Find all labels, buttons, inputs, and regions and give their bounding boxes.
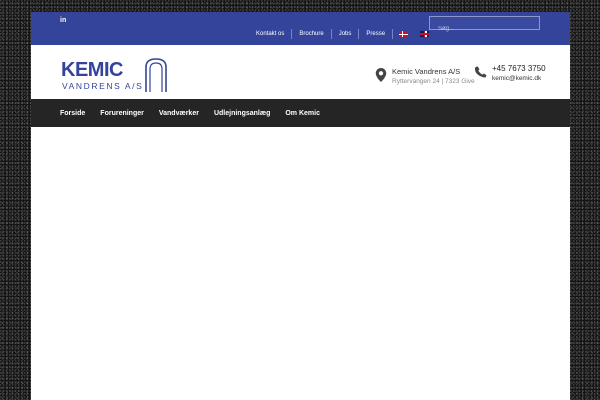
- search-input[interactable]: [430, 23, 539, 35]
- address-block: Kemic Vandrens A/S Ryttervangen 24 | 732…: [375, 67, 475, 87]
- main-navigation: Forside Forureninger Vandværker Udlejnin…: [31, 99, 570, 127]
- search-box: [429, 16, 540, 35]
- email-link[interactable]: kemic@kemic.dk: [492, 74, 546, 84]
- top-link-brochure[interactable]: Brochure: [292, 29, 332, 39]
- location-pin-icon: [375, 68, 387, 82]
- page-content: [31, 127, 570, 400]
- top-link-kontakt[interactable]: Kontakt os: [249, 29, 293, 39]
- linkedin-icon[interactable]: in: [60, 17, 66, 24]
- logo-wordmark: KEMIC: [61, 59, 123, 81]
- logo-arch-icon: [145, 58, 167, 92]
- website-frame: in Kontakt os Brochure Jobs Presse KEMIC…: [31, 12, 570, 400]
- top-link-presse[interactable]: Presse: [359, 29, 394, 39]
- phone-icon: [475, 66, 487, 78]
- company-address: Ryttervangen 24 | 7323 Give: [392, 78, 475, 85]
- nav-forureninger[interactable]: Forureninger: [100, 110, 144, 117]
- phone-number[interactable]: +45 7673 3750: [492, 64, 546, 74]
- flag-dk-icon[interactable]: [399, 31, 409, 37]
- flag-uk-icon[interactable]: [420, 31, 430, 37]
- phone-block: +45 7673 3750 kemic@kemic.dk: [475, 64, 546, 84]
- top-link-jobs[interactable]: Jobs: [332, 29, 360, 39]
- nav-om-kemic[interactable]: Om Kemic: [285, 110, 320, 117]
- logo-subtitle: VANDRENS A/S: [62, 81, 144, 91]
- nav-udlejningsanlaeg[interactable]: Udlejningsanlæg: [214, 110, 270, 117]
- top-links: Kontakt os Brochure Jobs Presse: [249, 29, 435, 39]
- nav-forside[interactable]: Forside: [60, 110, 85, 117]
- site-header: KEMIC VANDRENS A/S Kemic Vandrens A/S Ry…: [31, 45, 570, 99]
- nav-vandvaerker[interactable]: Vandværker: [159, 110, 199, 117]
- company-name: Kemic Vandrens A/S: [392, 67, 461, 76]
- top-bar: in Kontakt os Brochure Jobs Presse: [31, 12, 570, 45]
- kemic-logo[interactable]: KEMIC VANDRENS A/S: [61, 57, 171, 93]
